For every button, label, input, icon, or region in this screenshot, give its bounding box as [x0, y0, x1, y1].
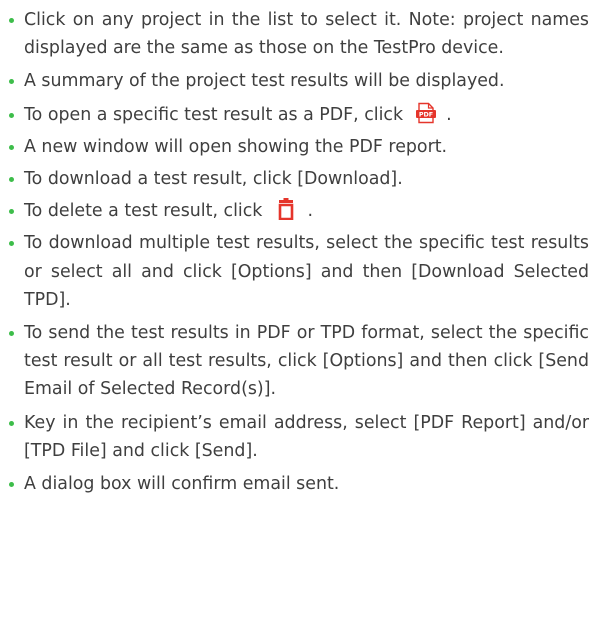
- item-text: Key in the recipient’s email address, se…: [24, 412, 595, 461]
- bullet-icon: [9, 420, 14, 426]
- list-item: Key in the recipient’s email address, se…: [8, 409, 589, 465]
- instructions-document: Click on any project in the list to sele…: [0, 0, 597, 498]
- list-item: To open a specific test result as a PDF,…: [8, 101, 589, 129]
- list-item: To send the test results in PDF or TPD f…: [8, 319, 589, 404]
- list-item: To download a test result, click [Downlo…: [8, 165, 589, 193]
- bullet-icon: [9, 144, 14, 150]
- bullet-icon: [9, 209, 14, 215]
- item-text: To open a specific test result as a PDF,…: [24, 104, 404, 125]
- list-item: Click on any project in the list to sele…: [8, 6, 589, 62]
- bullet-icon: [9, 331, 14, 337]
- item-text-end: .: [446, 104, 452, 125]
- bullet-icon: [9, 79, 14, 85]
- pdf-icon[interactable]: PDF: [415, 102, 437, 124]
- item-text: To download multiple test results, selec…: [24, 233, 595, 310]
- list-item: A new window will open showing the PDF r…: [8, 133, 589, 161]
- pdf-icon-label: PDF: [418, 110, 432, 118]
- item-text: A summary of the project test results wi…: [24, 71, 505, 92]
- item-text: Click on any project in the list to sele…: [24, 10, 595, 59]
- item-text: To send the test results in PDF or TPD f…: [24, 323, 595, 400]
- item-text: A new window will open showing the PDF r…: [24, 136, 448, 157]
- bullet-icon: [9, 112, 14, 118]
- list-item: A summary of the project test results wi…: [8, 67, 589, 95]
- item-text: To download a test result, click [Downlo…: [24, 169, 403, 190]
- bullet-icon: [9, 177, 14, 183]
- item-text-end: .: [307, 201, 313, 222]
- bullet-icon: [9, 18, 14, 23]
- item-text: To delete a test result, click: [24, 201, 263, 222]
- list-item: A dialog box will confirm email sent.: [8, 470, 589, 498]
- list-item: To download multiple test results, selec…: [8, 229, 589, 314]
- list-item: To delete a test result, click .: [8, 197, 589, 225]
- bullet-icon: [9, 241, 14, 247]
- bullet-icon: [9, 482, 14, 488]
- item-text: A dialog box will confirm email sent.: [24, 474, 340, 495]
- trash-icon[interactable]: [276, 198, 296, 221]
- instruction-list: Click on any project in the list to sele…: [8, 6, 589, 498]
